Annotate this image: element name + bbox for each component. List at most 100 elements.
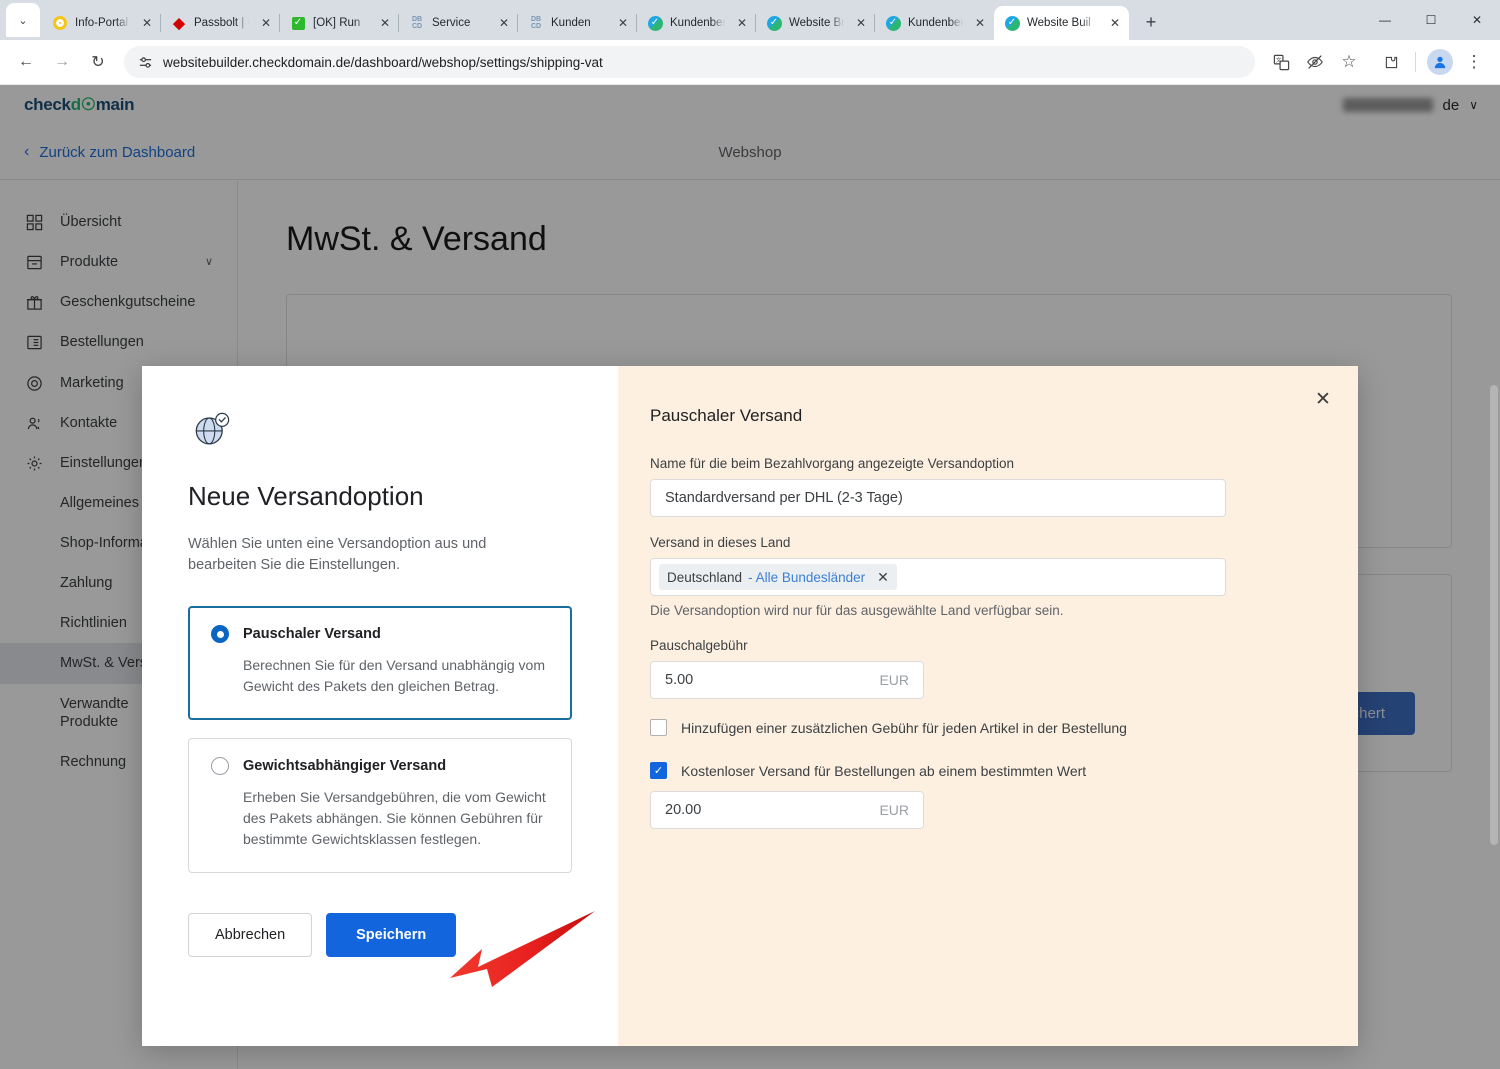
option-description: Erheben Sie Versandgebühren, die vom Gew…: [243, 789, 546, 848]
free-shipping-value: 20.00: [665, 802, 702, 818]
close-icon[interactable]: ✕: [139, 15, 155, 31]
maximize-icon: ☐: [1425, 13, 1437, 27]
close-icon[interactable]: ✕: [972, 15, 988, 31]
cancel-button[interactable]: Abbrechen: [188, 913, 313, 958]
close-window-button[interactable]: ✕: [1454, 0, 1500, 40]
browser-tab[interactable]: DB CD Kunden ✕: [518, 6, 637, 40]
option-title: Gewichtsabhängiger Versand: [243, 758, 447, 775]
option-description: Berechnen Sie für den Versand unabhängig…: [243, 657, 545, 695]
checkdomain-icon: ✓: [647, 15, 663, 31]
avatar: [1427, 49, 1453, 75]
bookmark-star-icon[interactable]: ☆: [1333, 46, 1365, 78]
tab-title: Kundenbere: [908, 17, 965, 29]
tab-title: Kundenbere: [670, 17, 727, 29]
field-label: Versand in dieses Land: [650, 535, 791, 550]
currency-label: EUR: [879, 672, 909, 688]
reload-icon: ↻: [91, 54, 105, 71]
flat-fee-input[interactable]: 5.00 EUR: [650, 661, 924, 699]
close-icon[interactable]: ✕: [734, 15, 750, 31]
extra-fee-row[interactable]: Hinzufügen einer zusätzlichen Gebühr für…: [650, 719, 1312, 736]
tune-icon[interactable]: [138, 55, 153, 70]
page-scrollbar[interactable]: [1487, 85, 1500, 1069]
browser-tab[interactable]: ✓ Kundenbere ✕: [875, 6, 994, 40]
close-icon[interactable]: ✕: [1308, 384, 1338, 414]
country-state: - Alle Bundesländer: [748, 569, 866, 585]
radio-weight-based[interactable]: [211, 757, 229, 776]
close-icon[interactable]: ✕: [615, 15, 631, 31]
dbcd-icon: DB CD: [530, 16, 542, 30]
close-icon[interactable]: ✕: [1107, 15, 1123, 31]
extra-fee-checkbox[interactable]: [650, 719, 667, 736]
browser-tab[interactable]: ✓ [OK] Run ✕: [280, 6, 399, 40]
svg-text:文: 文: [1275, 56, 1281, 64]
forward-button[interactable]: →: [46, 46, 78, 78]
chevron-down-icon: ⌄: [18, 14, 28, 27]
scrollbar-thumb[interactable]: [1490, 385, 1498, 845]
browser-window: ⌄ Info-Portal D ✕ ◆ Passbolt | Op ✕ ✓ [O…: [0, 0, 1500, 1069]
maximize-button[interactable]: ☐: [1408, 0, 1454, 40]
close-icon[interactable]: ✕: [258, 15, 274, 31]
browser-tab-active[interactable]: ✓ Website Buil ✕: [994, 6, 1129, 40]
arrow-right-icon: →: [54, 53, 70, 70]
green-check-icon: ✓: [290, 15, 306, 31]
country-select[interactable]: Deutschland - Alle Bundesländer ✕: [650, 558, 1226, 596]
checkdomain-icon: ✓: [766, 15, 782, 31]
option-header: Gewichtsabhängiger Versand: [211, 757, 549, 776]
close-icon[interactable]: ✕: [496, 15, 512, 31]
check-icon: ✓: [653, 765, 664, 777]
browser-tab[interactable]: DB CD Service ✕: [399, 6, 518, 40]
close-icon[interactable]: ✕: [853, 15, 869, 31]
circle-icon: [52, 15, 68, 31]
tab-title: Info-Portal D: [75, 17, 132, 29]
arrow-left-icon: ←: [18, 53, 34, 70]
window-controls: — ☐ ✕: [1362, 0, 1500, 40]
new-tab-button[interactable]: +: [1137, 8, 1165, 36]
minimize-button[interactable]: —: [1362, 0, 1408, 40]
field-label: Pauschalgebühr: [650, 638, 748, 653]
modal-left-panel: Neue Versandoption Wählen Sie unten eine…: [142, 366, 618, 1046]
close-icon: ✕: [1471, 13, 1483, 27]
extensions-button[interactable]: [1375, 46, 1407, 78]
radio-flat-rate[interactable]: [211, 625, 229, 644]
country-hint: Die Versandoption wird nur für das ausge…: [650, 603, 1064, 618]
star-icon: ☆: [1341, 52, 1357, 71]
back-button[interactable]: ←: [10, 46, 42, 78]
url-text: websitebuilder.checkdomain.de/dashboard/…: [163, 54, 603, 70]
browser-tab[interactable]: ✓ Website Buil ✕: [756, 6, 875, 40]
browser-menu-button[interactable]: ⋮: [1458, 46, 1490, 78]
tab-title: [OK] Run: [313, 17, 361, 29]
checkdomain-icon: ✓: [885, 15, 901, 31]
tab-strip: ⌄ Info-Portal D ✕ ◆ Passbolt | Op ✕ ✓ [O…: [0, 0, 1500, 40]
shipping-option-weight[interactable]: Gewichtsabhängiger Versand Erheben Sie V…: [188, 738, 572, 874]
eye-off-icon[interactable]: [1299, 46, 1331, 78]
address-bar[interactable]: websitebuilder.checkdomain.de/dashboard/…: [124, 46, 1255, 78]
browser-toolbar: ← → ↻ websitebuilder.checkdomain.de/dash…: [0, 40, 1500, 85]
shipping-option-flat[interactable]: Pauschaler Versand Berechnen Sie für den…: [188, 606, 572, 721]
shipping-name-input[interactable]: Standardversand per DHL (2-3 Tage): [650, 479, 1226, 517]
tab-title: Website Buil: [1027, 17, 1091, 29]
modal-title: Neue Versandoption: [188, 481, 424, 511]
tab-title: Website Buil: [789, 17, 846, 29]
profile-button[interactable]: [1424, 46, 1456, 78]
toolbar-right-icons: 文 ☆ ⋮: [1265, 46, 1490, 78]
reload-button[interactable]: ↻: [82, 46, 114, 78]
modal-subtitle: Wählen Sie unten eine Versandoption aus …: [188, 536, 487, 574]
browser-tab[interactable]: ◆ Passbolt | Op ✕: [161, 6, 280, 40]
free-shipping-row[interactable]: ✓ Kostenloser Versand für Bestellungen a…: [650, 762, 1312, 779]
minimize-icon: —: [1379, 13, 1391, 27]
kebab-menu-icon: ⋮: [1465, 52, 1483, 71]
browser-tab[interactable]: Info-Portal D ✕: [42, 6, 161, 40]
divider: [1415, 52, 1416, 72]
browser-tab[interactable]: ✓ Kundenbere ✕: [637, 6, 756, 40]
panel-title: Pauschaler Versand: [650, 406, 803, 425]
free-shipping-checkbox[interactable]: ✓: [650, 762, 667, 779]
free-shipping-threshold-input[interactable]: 20.00 EUR: [650, 791, 924, 829]
tab-search-button[interactable]: ⌄: [6, 3, 40, 37]
save-button[interactable]: Speichern: [326, 913, 457, 958]
remove-country-icon[interactable]: ✕: [877, 569, 889, 586]
modal-right-panel: ✕ Pauschaler Versand Name für die beim B…: [618, 366, 1358, 1046]
close-icon[interactable]: ✕: [377, 15, 393, 31]
plus-icon: +: [1145, 11, 1157, 32]
country-name: Deutschland: [667, 569, 743, 585]
translate-button[interactable]: 文: [1265, 46, 1297, 78]
